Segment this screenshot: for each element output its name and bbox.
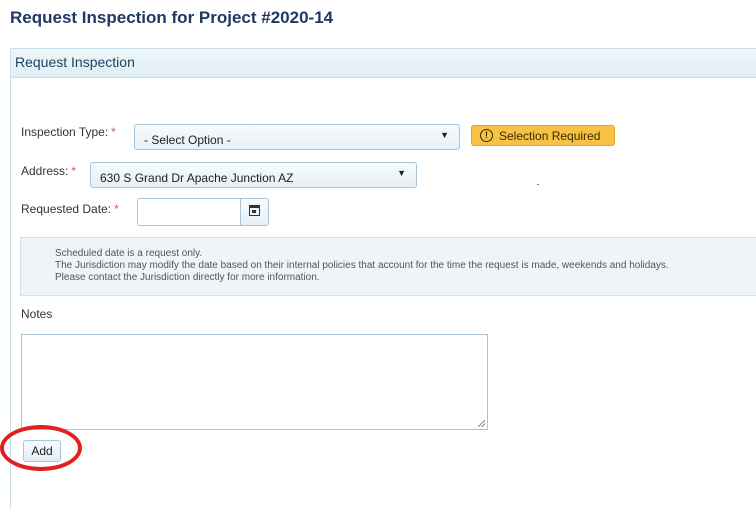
resize-handle-icon[interactable]	[478, 420, 485, 427]
chevron-down-icon: ▼	[440, 130, 449, 140]
address-select[interactable]: 630 S Grand Dr Apache Junction AZ ▼	[90, 162, 417, 188]
info-line-1: Scheduled date is a request only.	[55, 248, 203, 259]
calendar-icon	[249, 205, 260, 216]
warning-icon: !	[480, 129, 493, 142]
panel-header: Request Inspection	[11, 49, 756, 78]
address-label: Address: *	[21, 164, 77, 178]
notes-label: Notes	[21, 307, 53, 321]
calendar-button[interactable]	[240, 198, 269, 226]
info-message: Scheduled date is a request only. The Ju…	[20, 237, 756, 296]
highlight-circle	[0, 425, 82, 471]
required-mark: *	[114, 202, 119, 216]
required-mark: *	[71, 164, 77, 178]
stray-mark	[537, 184, 539, 185]
address-value: 630 S Grand Dr Apache Junction AZ	[100, 171, 294, 185]
chevron-down-icon: ▼	[397, 168, 406, 178]
selection-required-text: Selection Required	[499, 129, 601, 143]
requested-date-input[interactable]	[137, 198, 241, 226]
requested-date-label: Requested Date: *	[21, 202, 119, 216]
info-line-3: Please contact the Jurisdiction directly…	[55, 272, 320, 283]
inspection-type-label: Inspection Type: *	[21, 125, 116, 139]
info-line-2: The Jurisdiction may modify the date bas…	[55, 260, 669, 271]
inspection-type-value: - Select Option -	[144, 133, 231, 147]
required-mark: *	[111, 125, 116, 139]
notes-textarea[interactable]	[21, 334, 488, 430]
inspection-type-select[interactable]: - Select Option - ▼	[134, 124, 460, 150]
page-title: Request Inspection for Project #2020-14	[10, 8, 334, 27]
selection-required-badge: ! Selection Required	[471, 125, 615, 146]
